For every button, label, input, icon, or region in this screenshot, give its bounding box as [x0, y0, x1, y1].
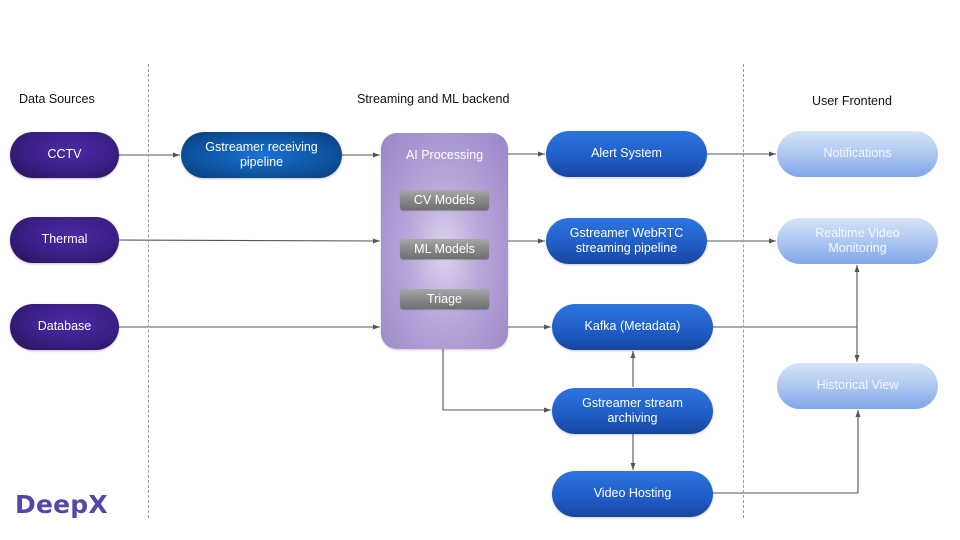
node-historical-view-label: Historical View [816, 378, 899, 393]
node-video-hosting-label: Video Hosting [593, 486, 672, 501]
module-ml-models[interactable]: ML Models [400, 239, 489, 259]
module-triage[interactable]: Triage [400, 289, 489, 309]
node-gstreamer-receiving-label: Gstreamer receiving pipeline [205, 139, 318, 170]
node-cctv-label: CCTV [47, 147, 82, 162]
section-divider-right [743, 64, 744, 518]
node-database-label: Database [37, 319, 92, 334]
node-alert-system-label: Alert System [591, 146, 662, 161]
node-realtime-video-monitoring-label: Realtime Video Monitoring [815, 225, 900, 256]
node-gstreamer-webrtc-label: Gstreamer WebRTC streaming pipeline [569, 225, 684, 256]
section-divider-left [148, 64, 149, 518]
node-kafka-metadata[interactable]: Kafka (Metadata) [552, 304, 713, 350]
section-title-frontend: User Frontend [812, 94, 892, 108]
node-thermal-label: Thermal [41, 232, 88, 247]
node-gstreamer-receiving[interactable]: Gstreamer receiving pipeline [181, 132, 342, 178]
node-cctv[interactable]: CCTV [10, 132, 119, 178]
node-alert-system[interactable]: Alert System [546, 131, 707, 177]
node-video-hosting[interactable]: Video Hosting [552, 471, 713, 517]
ai-processing-title: AI Processing [405, 148, 484, 162]
node-notifications-label: Notifications [823, 146, 892, 161]
deepx-logo: DeepX [15, 490, 108, 519]
section-title-data-sources: Data Sources [19, 92, 95, 106]
node-gstreamer-archiving-label: Gstreamer stream archiving [582, 395, 683, 426]
node-realtime-video-monitoring[interactable]: Realtime Video Monitoring [777, 218, 938, 264]
node-historical-view[interactable]: Historical View [777, 363, 938, 409]
node-kafka-metadata-label: Kafka (Metadata) [584, 319, 681, 334]
edge-ai-archiving [442, 349, 551, 413]
node-gstreamer-webrtc[interactable]: Gstreamer WebRTC streaming pipeline [546, 218, 707, 264]
edge-hosting-historical [713, 410, 861, 494]
node-thermal[interactable]: Thermal [10, 217, 119, 263]
section-title-backend: Streaming and ML backend [357, 92, 510, 106]
node-gstreamer-archiving[interactable]: Gstreamer stream archiving [552, 388, 713, 434]
module-cv-models[interactable]: CV Models [400, 190, 489, 210]
node-database[interactable]: Database [10, 304, 119, 350]
node-ai-processing[interactable]: AI Processing CV Models ML Models Triage [381, 133, 508, 349]
node-notifications[interactable]: Notifications [777, 131, 938, 177]
edge-thermal-ai [118, 238, 381, 244]
